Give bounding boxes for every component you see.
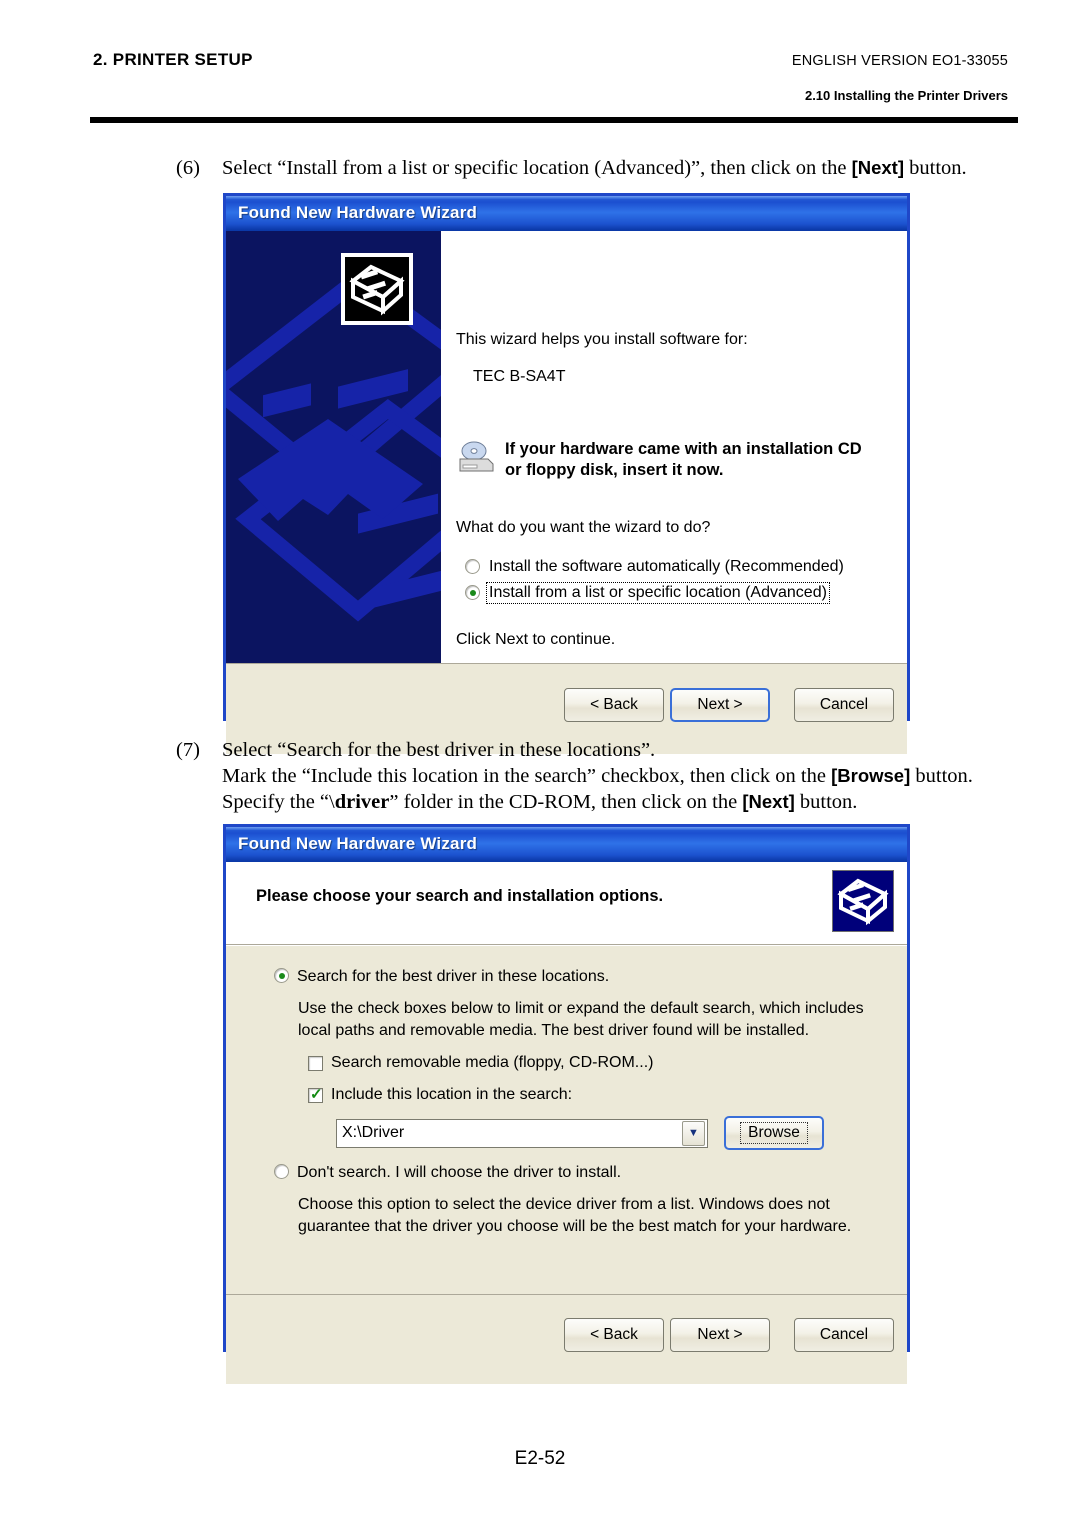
dialog2-header-panel: Please choose your search and installati…: [226, 862, 907, 945]
step-7-line-1: Select “Search for the best driver in th…: [222, 739, 656, 761]
dialog2-heading: Please choose your search and installati…: [256, 887, 664, 905]
radio-install-automatically[interactable]: Install the software automatically (Reco…: [465, 554, 846, 579]
browse-button[interactable]: Browse: [724, 1116, 824, 1150]
step-7-line2-after: button.: [910, 765, 973, 787]
wizard-help-line: This wizard helps you install software f…: [456, 331, 748, 348]
page-header: 2. PRINTER SETUP ENGLISH VERSION EO1-330…: [0, 0, 1080, 123]
header-section: 2.10 Installing the Printer Drivers: [804, 88, 1008, 103]
header-rule: [90, 117, 1018, 123]
radio-button-icon[interactable]: [274, 1164, 289, 1179]
checkbox-icon[interactable]: [308, 1055, 323, 1071]
dialog2-button-row: < Back Next > Cancel: [564, 1318, 894, 1352]
found-new-hardware-wizard-welcome-dialog[interactable]: Found New Hardware Wizard This wizard he…: [223, 193, 910, 754]
radio-button-icon[interactable]: [465, 559, 480, 574]
radio-install-automatically-label: Install the software automatically (Reco…: [489, 557, 844, 575]
back-button[interactable]: < Back: [564, 1318, 664, 1352]
document-page: 2. PRINTER SETUP ENGLISH VERSION EO1-330…: [0, 0, 1080, 1528]
dialog1-radio-group[interactable]: Install the software automatically (Reco…: [465, 554, 846, 606]
dialog2-footer: < Back Next > Cancel: [226, 1294, 907, 1384]
dialog1-button-row: < Back Next > Cancel: [564, 688, 894, 722]
step-7-line2-before: Mark the “Include this location in the s…: [222, 765, 832, 787]
hardware-device-icon: [341, 253, 413, 325]
step-7-next-token: [Next]: [742, 791, 795, 812]
step-6: (6) Select “Install from a list or speci…: [176, 155, 976, 181]
radio-button-selected-icon[interactable]: [274, 968, 289, 983]
chevron-down-icon[interactable]: ▼: [682, 1120, 705, 1146]
dialog2-body: Search for the best driver in these loca…: [226, 945, 907, 1294]
found-new-hardware-wizard-options-dialog[interactable]: Found New Hardware Wizard Please choose …: [223, 824, 910, 1384]
cd-notice-line1: If your hardware came with an installati…: [505, 440, 862, 458]
wizard-click-next-hint: Click Next to continue.: [456, 631, 616, 648]
location-input-value[interactable]: X:\Driver: [337, 1124, 682, 1142]
step-6-text: Select “Install from a list or specific …: [222, 155, 976, 181]
dialog1-main: This wizard helps you install software f…: [441, 231, 907, 663]
step-7-number: (7): [176, 739, 200, 761]
checkbox-include-this-location-label: Include this location in the search:: [331, 1086, 573, 1103]
step-7-driver-token: driver: [334, 791, 390, 813]
step-7-line3-after: button.: [794, 791, 858, 813]
radio-search-best-driver[interactable]: Search for the best driver in these loca…: [274, 968, 609, 986]
isometric-computer-graphic: [226, 269, 441, 622]
step-6-text-before: Select “Install from a list or specific …: [222, 157, 852, 179]
checkbox-search-removable-media[interactable]: Search removable media (floppy, CD-ROM..…: [308, 1054, 653, 1072]
header-chapter-title: 2. PRINTER SETUP: [93, 50, 253, 69]
cancel-button[interactable]: Cancel: [794, 688, 894, 722]
step-6-text-after: button.: [904, 157, 967, 179]
cd-notice-text: If your hardware came with an installati…: [505, 439, 862, 481]
wizard-banner-panel: [226, 231, 441, 663]
step-7-line3-before: Specify the “\: [222, 791, 335, 813]
checkbox-search-removable-media-label: Search removable media (floppy, CD-ROM..…: [331, 1054, 654, 1071]
step-7-line3-mid: ” folder in the CD-ROM, then click on th…: [389, 791, 743, 813]
back-button[interactable]: < Back: [564, 688, 664, 722]
step-7-line-3: Specify the “\driver” folder in the CD-R…: [222, 789, 996, 815]
checkbox-include-this-location[interactable]: ✓ Include this location in the search:: [308, 1086, 572, 1104]
step-7-line-2: Mark the “Include this location in the s…: [222, 763, 996, 789]
wizard-device-name: TEC B-SA4T: [473, 368, 566, 385]
radio-dont-search-label: Don't search. I will choose the driver t…: [297, 1164, 622, 1181]
radio-search-best-driver-label: Search for the best driver in these loca…: [297, 968, 610, 985]
dialog1-title: Found New Hardware Wizard: [238, 203, 478, 222]
dialog1-titlebar: Found New Hardware Wizard: [226, 196, 907, 231]
browse-button-label: Browse: [740, 1122, 808, 1144]
location-row: X:\Driver ▼ Browse: [336, 1116, 824, 1150]
cancel-button[interactable]: Cancel: [794, 1318, 894, 1352]
radio-install-from-list[interactable]: Install from a list or specific location…: [465, 580, 846, 605]
step-6-bold-token: [Next]: [851, 157, 904, 178]
checkbox-checked-icon[interactable]: ✓: [308, 1087, 323, 1103]
wizard-question: What do you want the wizard to do?: [456, 519, 711, 536]
page-number: E2-52: [514, 1448, 566, 1469]
step-7-browse-token: [Browse]: [831, 765, 911, 786]
step-7-text: Select “Search for the best driver in th…: [222, 737, 996, 815]
dialog2-title: Found New Hardware Wizard: [238, 834, 478, 853]
cd-drive-icon: [459, 441, 494, 472]
dialog2-titlebar: Found New Hardware Wizard: [226, 827, 907, 862]
hardware-device-icon: [832, 870, 894, 932]
radio-button-selected-icon[interactable]: [465, 585, 480, 600]
search-option-description: Use the check boxes below to limit or ex…: [298, 1000, 864, 1039]
next-button[interactable]: Next >: [670, 1318, 770, 1352]
dont-search-description: Choose this option to select the device …: [298, 1196, 852, 1235]
step-6-number: (6): [176, 157, 200, 179]
radio-install-from-list-label: Install from a list or specific location…: [486, 581, 830, 604]
location-combobox[interactable]: X:\Driver ▼: [336, 1118, 708, 1148]
radio-dont-search[interactable]: Don't search. I will choose the driver t…: [274, 1164, 621, 1182]
next-button[interactable]: Next >: [670, 688, 770, 722]
header-version: ENGLISH VERSION EO1-33055: [791, 53, 1008, 69]
installation-cd-notice: If your hardware came with an installati…: [456, 439, 876, 481]
dialog1-content: This wizard helps you install software f…: [226, 231, 907, 663]
step-7: (7) Select “Search for the best driver i…: [176, 737, 996, 815]
cd-notice-line2: or floppy disk, insert it now.: [505, 461, 724, 479]
